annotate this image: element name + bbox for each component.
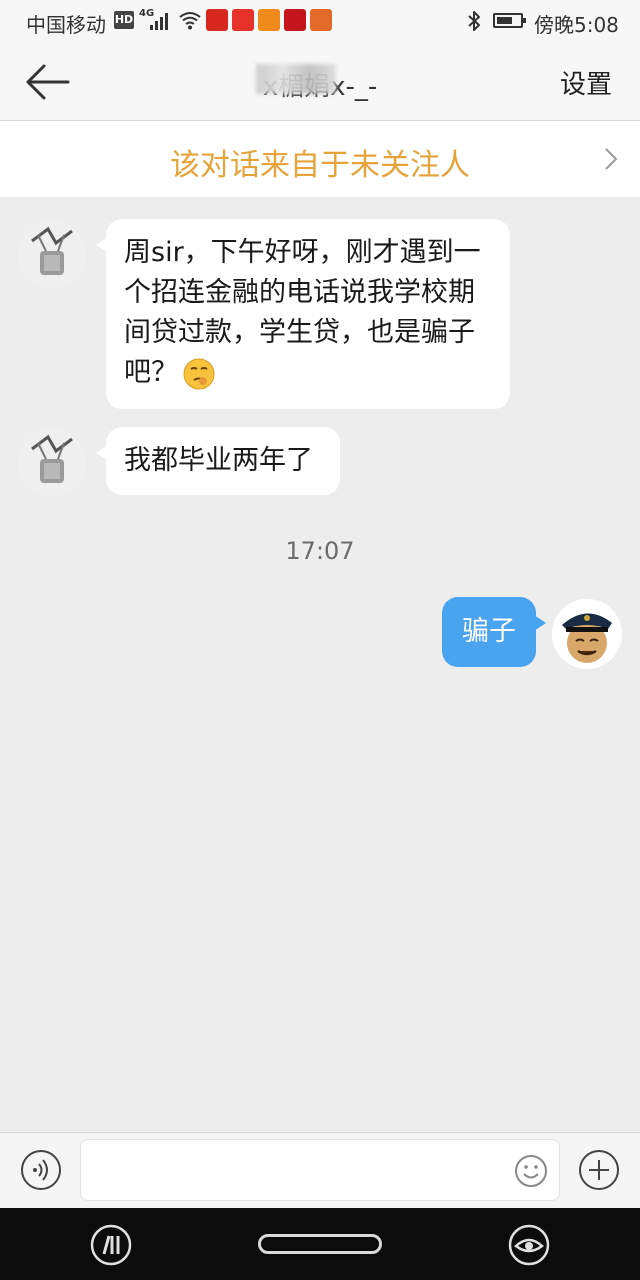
thinking-emoji-icon: [183, 358, 215, 389]
emoji-icon[interactable]: [514, 1154, 548, 1188]
wifi-icon: [179, 12, 201, 30]
system-nav-bar: [0, 1208, 640, 1280]
contact-avatar[interactable]: [18, 429, 86, 497]
contact-avatar-image: [18, 429, 86, 497]
status-bar: 中国移动 HD 4G 傍晚5:08: [0, 0, 640, 44]
message-timestamp: 17:07: [285, 537, 355, 565]
news-app-icon: [206, 9, 228, 31]
eye-icon[interactable]: [508, 1224, 550, 1266]
bank-app-icon: [310, 9, 332, 31]
banner-text: 该对话来自于未关注人: [170, 148, 470, 183]
my-avatar[interactable]: [552, 599, 622, 669]
signal-icon: [150, 12, 172, 30]
sent-message-bubble[interactable]: 骗子: [442, 597, 546, 667]
battery-icon: [493, 13, 526, 28]
message-text: 我都毕业两年了: [124, 445, 313, 476]
contact-avatar-image: [18, 221, 86, 289]
chat-header: x楣娟x-_- 设置: [0, 44, 640, 121]
hd-badge: HD: [114, 11, 134, 29]
message-input[interactable]: [80, 1139, 560, 1201]
voice-input-icon[interactable]: [20, 1149, 62, 1191]
police-avatar-image: [552, 599, 622, 669]
status-time: 傍晚5:08: [534, 13, 619, 37]
message-bubble[interactable]: 我都毕业两年了: [96, 427, 340, 495]
app-switch-icon[interactable]: [90, 1224, 132, 1266]
battery-fill: [497, 17, 512, 24]
home-pill-button[interactable]: [258, 1234, 382, 1254]
contact-avatar[interactable]: [18, 221, 86, 289]
finance-app-icon: [284, 9, 306, 31]
toutiao-app-icon: [232, 9, 254, 31]
back-arrow-icon[interactable]: [22, 62, 72, 102]
message-text: 骗子: [462, 616, 516, 647]
name-mosaic: [256, 64, 336, 94]
carrier-label: 中国移动: [26, 13, 106, 37]
plus-icon[interactable]: [578, 1149, 620, 1191]
bluetooth-icon: [468, 11, 480, 31]
chat-area[interactable]: 周sir，下午好呀，刚才遇到一个招连金融的电话说我学校期间贷过款，学生贷，也是骗…: [0, 197, 640, 1132]
settings-button[interactable]: 设置: [560, 64, 612, 101]
video-app-icon: [258, 9, 280, 31]
chevron-right-icon: [605, 148, 618, 170]
input-bar: [0, 1132, 640, 1209]
unfollowed-banner[interactable]: 该对话来自于未关注人: [0, 121, 640, 197]
message-bubble[interactable]: 周sir，下午好呀，刚才遇到一个招连金融的电话说我学校期间贷过款，学生贷，也是骗…: [96, 219, 510, 409]
message-text: 周sir，下午好呀，刚才遇到一个招连金融的电话说我学校期间贷过款，学生贷，也是骗…: [124, 237, 481, 388]
